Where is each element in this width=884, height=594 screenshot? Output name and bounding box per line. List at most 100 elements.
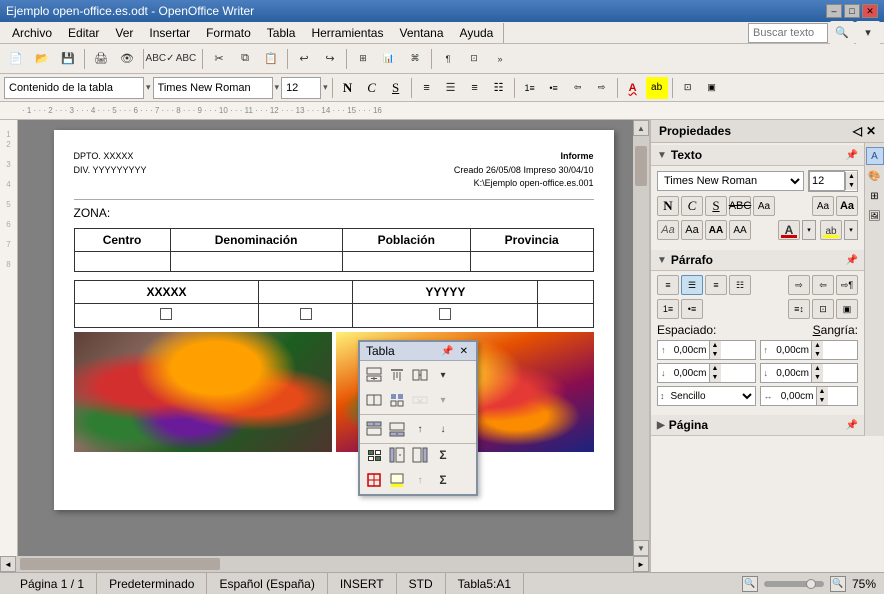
indent-right-down[interactable]: ▼	[811, 373, 823, 382]
spacing-above-down[interactable]: ▼	[709, 350, 721, 359]
yyyyy-cell[interactable]: YYYYY	[353, 280, 538, 303]
tabla-btn-align-top[interactable]	[386, 364, 408, 386]
tabla-btn-insert-above[interactable]	[363, 364, 385, 386]
checkbox-3[interactable]	[439, 308, 451, 320]
menu-formato[interactable]: Formato	[198, 24, 259, 42]
chart-btn[interactable]: 📊	[377, 47, 401, 71]
tabla-btn-insert-col-after[interactable]	[409, 444, 431, 466]
tabla-btn-table-props[interactable]	[386, 389, 408, 411]
menu-ayuda[interactable]: Ayuda	[452, 24, 502, 42]
new-btn[interactable]: 📄	[4, 47, 28, 71]
props-shadow-btn[interactable]: Aa	[657, 220, 679, 240]
para-indent-less[interactable]: ⇦	[812, 275, 834, 295]
minimize-button[interactable]: –	[826, 4, 842, 18]
nonprint-btn[interactable]: ⊡	[462, 47, 486, 71]
tabla-btn-ins-row-above[interactable]	[363, 418, 385, 440]
props-strikethrough-btn[interactable]: ABC	[729, 196, 751, 216]
para-list-bul[interactable]: •≡	[681, 299, 703, 319]
font-combo[interactable]	[153, 77, 273, 99]
props-underline-btn[interactable]: S	[705, 196, 727, 216]
props-italic-btn[interactable]: C	[681, 196, 703, 216]
menu-herramientas[interactable]: Herramientas	[303, 24, 391, 42]
props-superscript-btn[interactable]: Aa	[753, 196, 775, 216]
list-bul-btn[interactable]: •≡	[543, 77, 565, 99]
para-align-center[interactable]: ☰	[681, 275, 703, 295]
indent-left-down[interactable]: ▼	[811, 350, 823, 359]
tabla-btn-dropdown[interactable]: ▾	[432, 364, 454, 386]
tabla-toolbar-pin[interactable]: 📌	[439, 346, 455, 357]
document-area[interactable]: DPTO. XXXXX DIV. YYYYYYYYY Informe Cread…	[18, 120, 649, 556]
props-shrink-btn[interactable]: Aa	[812, 196, 834, 216]
para-border-btn[interactable]: ⊡	[812, 299, 834, 319]
highlight-dropdown[interactable]: ▾	[844, 220, 858, 240]
pagina-section-pin[interactable]: 📌	[846, 420, 858, 431]
table-cell-1-4[interactable]	[470, 251, 593, 271]
close-button[interactable]: ✕	[862, 4, 878, 18]
font-dropdown[interactable]: ▾	[275, 82, 280, 93]
pagina-section-header[interactable]: ▶ Página 📌	[651, 415, 864, 436]
size-combo[interactable]	[281, 77, 321, 99]
cb-cell-2[interactable]	[259, 303, 353, 327]
border-btn[interactable]: ⊡	[677, 77, 699, 99]
tabla-btn-split[interactable]	[363, 389, 385, 411]
tabla-btn-move-down[interactable]: ↓	[432, 418, 454, 440]
copy-btn[interactable]: ⧉	[233, 47, 257, 71]
props-outline-btn[interactable]: Aa	[681, 220, 703, 240]
maximize-button[interactable]: □	[844, 4, 860, 18]
props-size-input[interactable]	[809, 171, 845, 191]
menu-tabla[interactable]: Tabla	[259, 24, 304, 42]
indent-right-input[interactable]	[771, 364, 811, 382]
align-right-btn[interactable]: ≡	[464, 77, 486, 99]
spacing-below-down[interactable]: ▼	[709, 373, 721, 382]
scroll-up-arrow[interactable]: ▲	[633, 120, 649, 136]
table-btn[interactable]: ⊞	[351, 47, 375, 71]
size-dropdown[interactable]: ▾	[323, 82, 328, 93]
search-input[interactable]	[748, 23, 828, 43]
checkbox-1[interactable]	[160, 308, 172, 320]
menu-editar[interactable]: Editar	[60, 24, 107, 42]
indent-left-up[interactable]: ▲	[811, 341, 823, 350]
tabla-btn-bg-color[interactable]	[386, 469, 408, 491]
para-list-num[interactable]: 1≡	[657, 299, 679, 319]
spell-btn[interactable]: ABC✓	[148, 47, 172, 71]
props-bold-btn[interactable]: N	[657, 196, 679, 216]
tabla-btn-sum[interactable]: Σ	[432, 444, 454, 466]
style-dropdown[interactable]: ▾	[146, 82, 151, 93]
menu-ver[interactable]: Ver	[107, 24, 141, 42]
more-btn[interactable]: »	[488, 47, 512, 71]
para-align-left[interactable]: ≡	[657, 275, 679, 295]
tabla-btn-border-color[interactable]	[363, 469, 385, 491]
spacing-above-input[interactable]	[669, 341, 709, 359]
text-section-header[interactable]: ▼ Texto 📌	[651, 145, 864, 166]
props-icon-3[interactable]: ⊞	[866, 187, 884, 205]
indent-btn[interactable]: ⇨	[591, 77, 613, 99]
indent-left-input[interactable]	[771, 341, 811, 359]
list-num-btn[interactable]: 1≡	[519, 77, 541, 99]
size-down-btn[interactable]: ▼	[845, 181, 857, 190]
props-icon-4[interactable]: 🖼	[866, 207, 884, 225]
save-btn[interactable]: 💾	[56, 47, 80, 71]
style-combo[interactable]	[4, 77, 144, 99]
linespacing-select[interactable]: Sencillo 1.5 Doble	[667, 387, 755, 405]
paste-btn[interactable]: 📋	[259, 47, 283, 71]
tabla-btn-auto-format[interactable]	[363, 444, 385, 466]
props-close-btn[interactable]: ✕	[866, 124, 876, 138]
scroll-down-arrow[interactable]: ▼	[633, 540, 649, 556]
indent-first-up[interactable]: ▲	[816, 387, 828, 396]
autocorrect-btn[interactable]: ABC	[174, 47, 198, 71]
open-btn[interactable]: 📂	[30, 47, 54, 71]
redo-btn[interactable]: ↪	[318, 47, 342, 71]
spacing-above-up[interactable]: ▲	[709, 341, 721, 350]
tabla-btn-sum2[interactable]: Σ	[432, 469, 454, 491]
size-up-btn[interactable]: ▲	[845, 172, 857, 181]
search-expand[interactable]: ▾	[856, 21, 880, 45]
tabla-toolbar-header[interactable]: Tabla 📌 ✕	[360, 342, 476, 361]
tabla-btn-merge[interactable]	[409, 364, 431, 386]
outdent-btn[interactable]: ⇦	[567, 77, 589, 99]
props-smallcaps-btn[interactable]: AA	[729, 220, 751, 240]
scroll-right-arrow[interactable]: ►	[633, 556, 649, 572]
props-icon-1[interactable]: A	[866, 147, 884, 165]
insert-btn[interactable]: ⌘	[403, 47, 427, 71]
cut-btn[interactable]: ✂	[207, 47, 231, 71]
props-grow-btn[interactable]: Aa	[836, 196, 858, 216]
